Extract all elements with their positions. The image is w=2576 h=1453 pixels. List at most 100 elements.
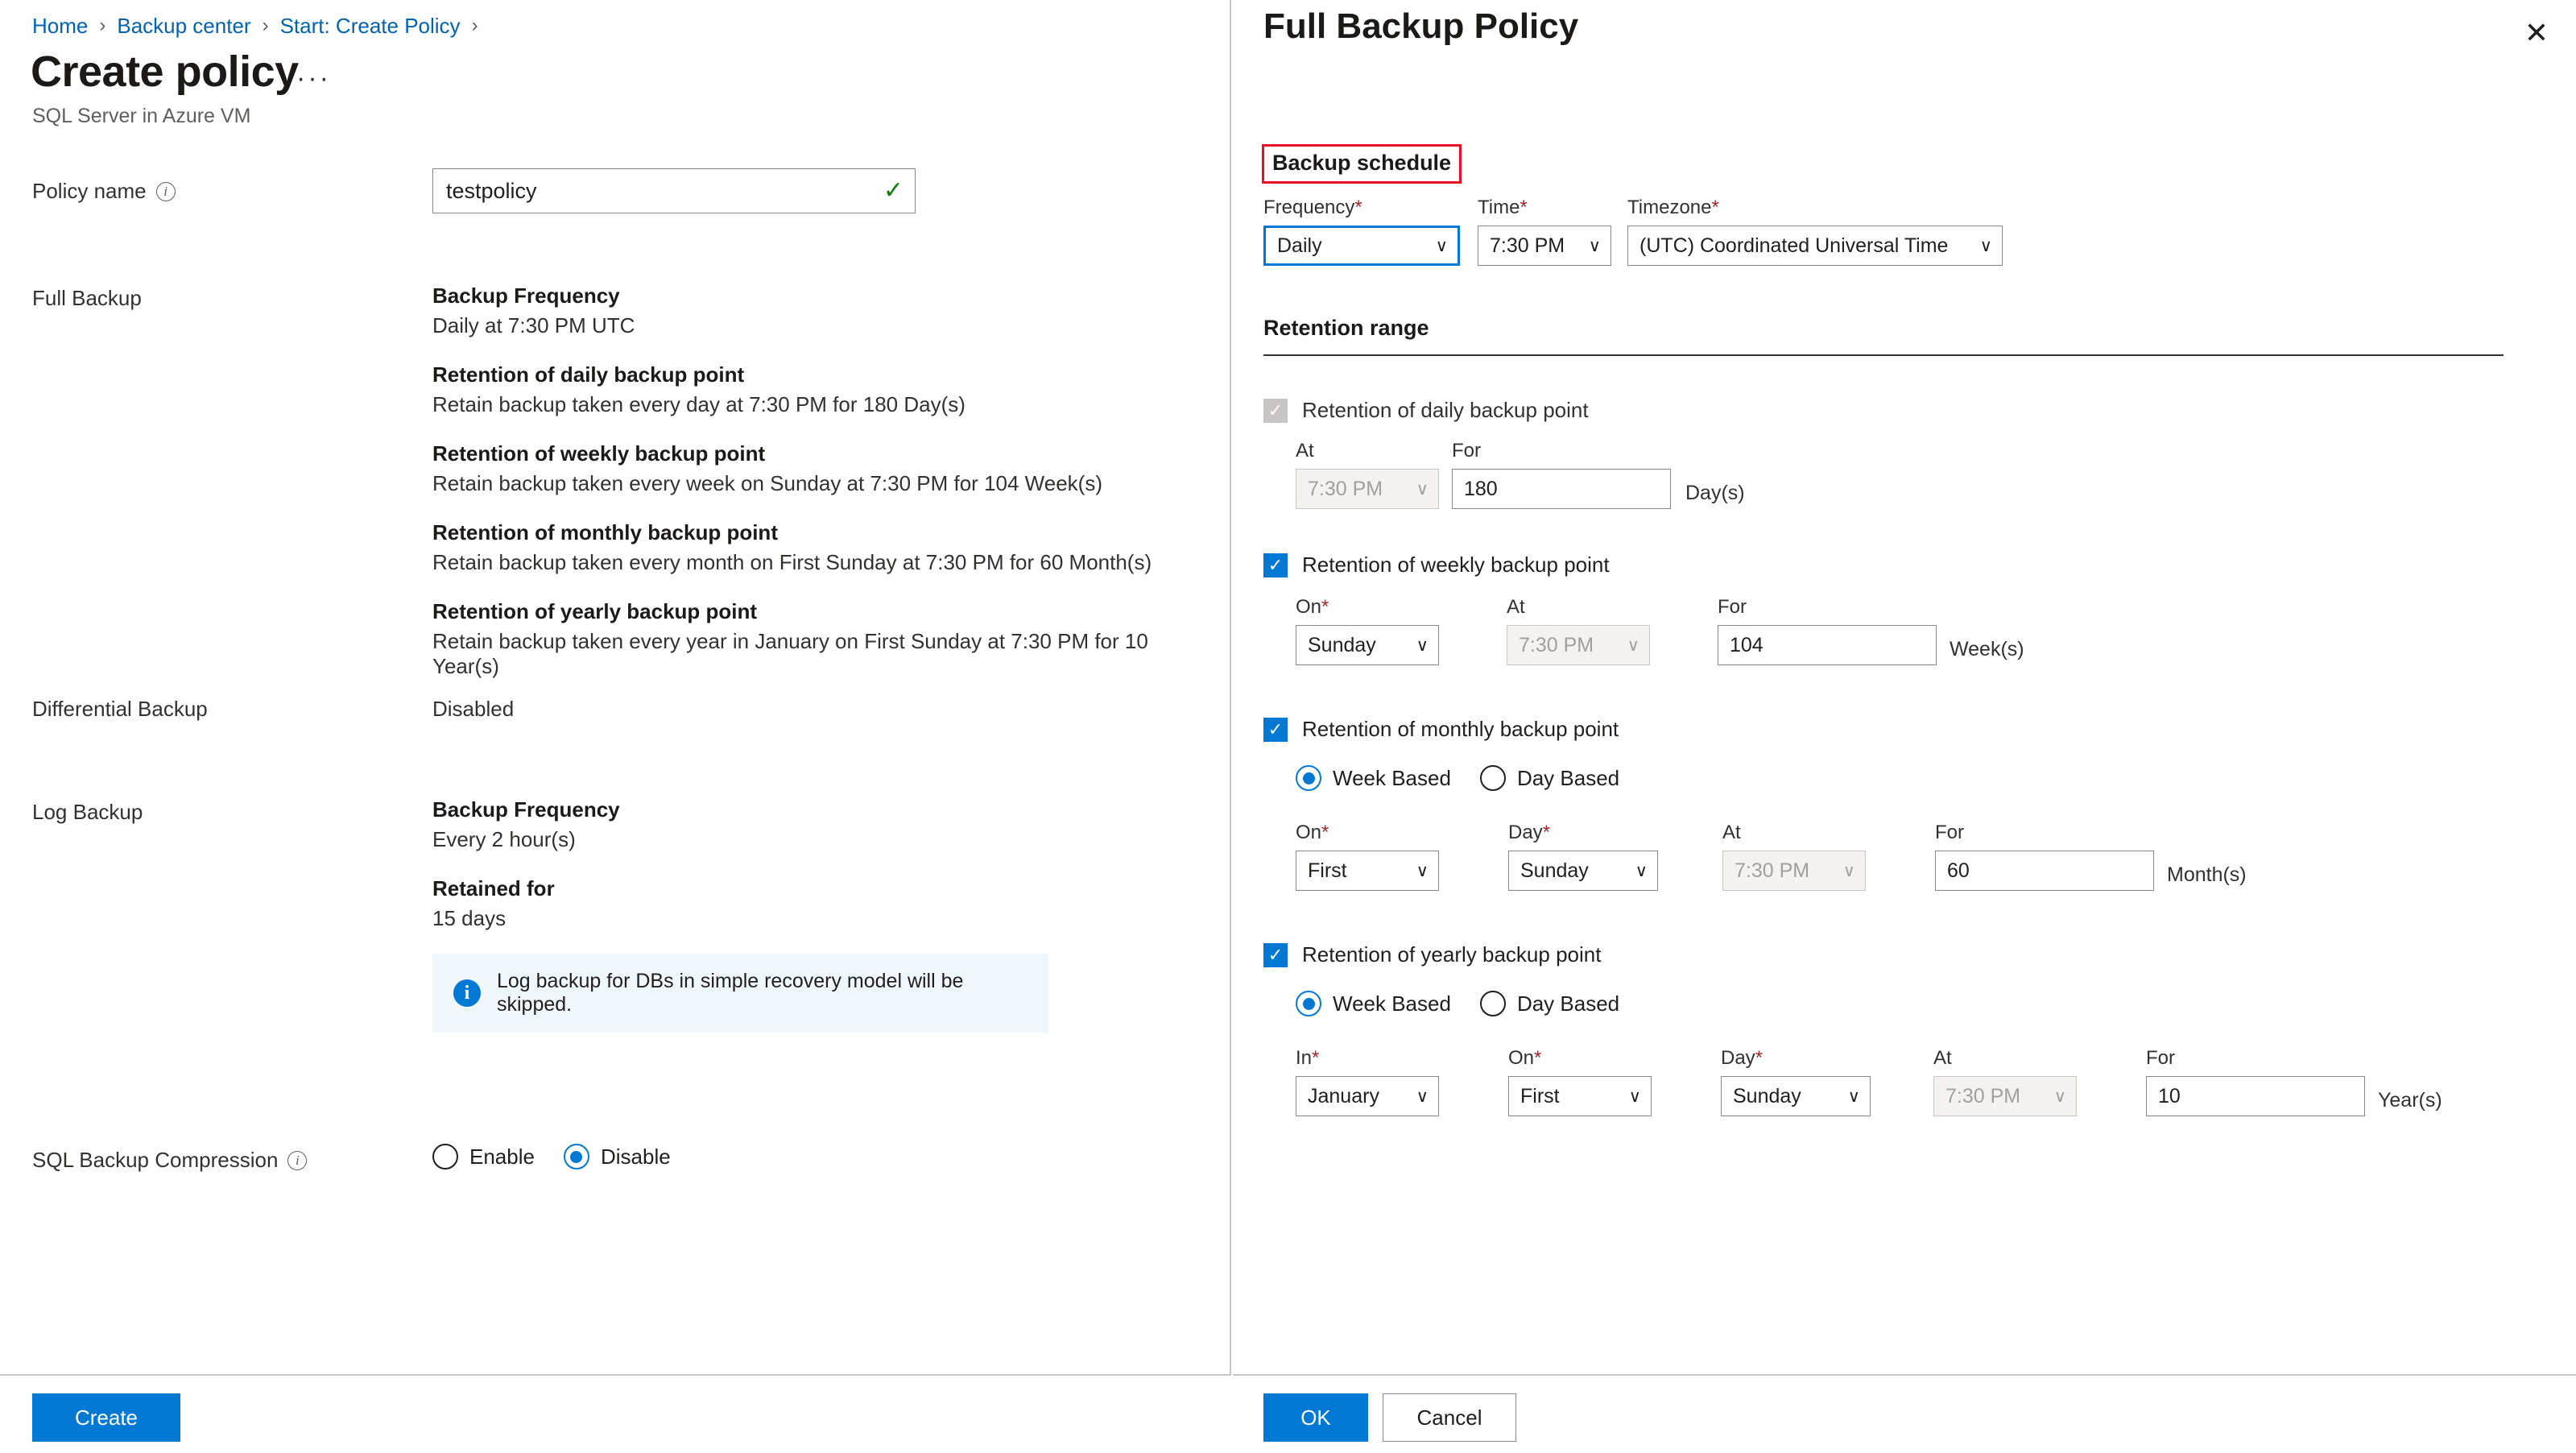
- retention-weekly-checkbox-label: Retention of weekly backup point: [1302, 553, 1610, 577]
- monthly-unit-label: Month(s): [2167, 863, 2247, 886]
- retention-daily-text: Retain backup taken every day at 7:30 PM…: [432, 392, 965, 416]
- log-backup-details: Backup Frequency Every 2 hour(s) Retaine…: [432, 797, 1205, 931]
- chevron-down-icon: ∨: [1627, 635, 1639, 655]
- daily-at-value: 7:30 PM: [1308, 477, 1383, 500]
- breadcrumb-item-start-create-policy[interactable]: Start: Create Policy: [280, 13, 461, 39]
- radio-enable[interactable]: Enable: [432, 1144, 535, 1169]
- monthly-for-value: 60: [1947, 859, 1970, 882]
- policy-name-input-wrapper[interactable]: ✓: [432, 168, 916, 213]
- yearly-day-label: Day*: [1721, 1047, 1871, 1070]
- yearly-on-label: On*: [1508, 1047, 1652, 1070]
- monthly-day-label-text: Day: [1508, 822, 1543, 843]
- yearly-radio-week-based-label: Week Based: [1333, 991, 1451, 1016]
- monthly-radio-week-based-label: Week Based: [1333, 765, 1451, 790]
- policy-name-input[interactable]: [444, 177, 883, 205]
- monthly-on-field: On* First ∨: [1296, 822, 1439, 891]
- frequency-select[interactable]: Daily ∨: [1263, 226, 1460, 266]
- monthly-for-input[interactable]: 60: [1935, 851, 2154, 891]
- log-backup-retained-heading: Retained for: [432, 876, 555, 900]
- chevron-down-icon: ∨: [1416, 635, 1429, 655]
- yearly-for-label: For: [2146, 1047, 2175, 1069]
- valid-check-icon: ✓: [883, 177, 903, 204]
- weekly-for-input[interactable]: 104: [1718, 625, 1937, 665]
- chevron-down-icon: ∨: [2053, 1087, 2066, 1106]
- monthly-at-select: 7:30 PM ∨: [1722, 851, 1866, 891]
- yearly-day-label-text: Day: [1721, 1047, 1755, 1069]
- breadcrumb-separator-icon: ›: [99, 14, 106, 36]
- info-icon[interactable]: i: [155, 181, 176, 201]
- yearly-day-select[interactable]: Sunday ∨: [1721, 1076, 1871, 1116]
- weekly-on-select[interactable]: Sunday ∨: [1296, 625, 1439, 665]
- required-asterisk: *: [1321, 822, 1329, 843]
- full-backup-policy-panel: Full Backup Policy ✕ Backup schedule Fre…: [1233, 0, 2576, 1453]
- yearly-for-input[interactable]: 10: [2146, 1076, 2365, 1116]
- breadcrumb-item-home[interactable]: Home: [32, 13, 88, 39]
- monthly-day-select[interactable]: Sunday ∨: [1508, 851, 1658, 891]
- log-backup-label: Log Backup: [32, 800, 143, 825]
- log-backup-retained-text: 15 days: [432, 906, 507, 930]
- yearly-radio-day-based-label: Day Based: [1516, 991, 1620, 1016]
- weekly-on-label: On*: [1296, 596, 1439, 619]
- yearly-at-value: 7:30 PM: [1945, 1084, 2021, 1107]
- panel-title: Full Backup Policy: [1263, 6, 1579, 46]
- breadcrumb-separator-icon: ›: [471, 14, 478, 36]
- differential-backup-label: Differential Backup: [32, 697, 208, 722]
- yearly-on-select[interactable]: First ∨: [1508, 1076, 1652, 1116]
- checkbox-checked-icon: ✓: [1263, 942, 1288, 967]
- retention-yearly-checkbox-row[interactable]: ✓ Retention of yearly backup point: [1263, 942, 1601, 967]
- more-options-icon[interactable]: ···: [296, 63, 331, 94]
- yearly-radio-week-based[interactable]: Week Based: [1296, 991, 1451, 1016]
- daily-at-field: At 7:30 PM ∨: [1296, 440, 1439, 509]
- policy-name-label: Policy name i: [32, 179, 176, 204]
- retention-yearly-heading: Retention of yearly backup point: [432, 599, 758, 623]
- weekly-unit-label: Week(s): [1950, 638, 2024, 660]
- yearly-for-value: 10: [2158, 1084, 2181, 1107]
- ok-button[interactable]: OK: [1263, 1393, 1368, 1442]
- frequency-label: Frequency*: [1263, 197, 1460, 219]
- time-label-text: Time: [1478, 197, 1520, 218]
- retention-weekly-checkbox-row[interactable]: ✓ Retention of weekly backup point: [1263, 553, 1610, 577]
- yearly-in-field: In* January ∨: [1296, 1047, 1439, 1116]
- retention-range-divider: [1263, 354, 2504, 356]
- yearly-in-select[interactable]: January ∨: [1296, 1076, 1439, 1116]
- yearly-day-value: Sunday: [1733, 1084, 1801, 1107]
- yearly-in-label: In*: [1296, 1047, 1439, 1070]
- chevron-down-icon: ∨: [1847, 1087, 1860, 1106]
- backup-schedule-heading: Backup schedule: [1272, 151, 1452, 175]
- weekly-for-value: 104: [1730, 633, 1764, 656]
- chevron-down-icon: ∨: [1842, 861, 1855, 880]
- sql-backup-compression-label-text: SQL Backup Compression: [32, 1148, 279, 1172]
- daily-for-input[interactable]: 180: [1452, 469, 1671, 509]
- radio-enable-label: Enable: [469, 1144, 535, 1169]
- yearly-day-field: Day* Sunday ∨: [1721, 1047, 1871, 1116]
- monthly-on-label: On*: [1296, 822, 1439, 844]
- time-select[interactable]: 7:30 PM ∨: [1478, 226, 1611, 266]
- retention-monthly-checkbox-row[interactable]: ✓ Retention of monthly backup point: [1263, 717, 1619, 742]
- yearly-on-field: On* First ∨: [1508, 1047, 1652, 1116]
- monthly-radio-day-based[interactable]: Day Based: [1479, 765, 1619, 791]
- chevron-down-icon: ∨: [1588, 236, 1601, 255]
- monthly-on-select[interactable]: First ∨: [1296, 851, 1439, 891]
- chevron-down-icon: ∨: [1979, 236, 1992, 255]
- radio-disable[interactable]: Disable: [563, 1144, 671, 1169]
- breadcrumb-item-backup-center[interactable]: Backup center: [117, 13, 250, 39]
- yearly-radio-day-based[interactable]: Day Based: [1479, 991, 1620, 1016]
- cancel-button[interactable]: Cancel: [1383, 1393, 1516, 1442]
- daily-for-field: For 180: [1452, 440, 1671, 509]
- timezone-label: Timezone*: [1627, 197, 2003, 219]
- retention-daily-checkbox-row[interactable]: ✓ Retention of daily backup point: [1263, 398, 1589, 423]
- yearly-on-value: First: [1520, 1084, 1560, 1107]
- monthly-radio-week-based[interactable]: Week Based: [1296, 765, 1451, 791]
- timezone-select[interactable]: (UTC) Coordinated Universal Time ∨: [1627, 226, 2003, 266]
- required-asterisk: *: [1755, 1047, 1764, 1069]
- yearly-in-label-text: In: [1296, 1047, 1313, 1069]
- required-asterisk: *: [1312, 1047, 1320, 1069]
- full-backup-label: Full Backup: [32, 286, 142, 311]
- full-backup-frequency-text: Daily at 7:30 PM UTC: [432, 313, 635, 337]
- yearly-unit-label: Year(s): [2378, 1089, 2442, 1111]
- create-button[interactable]: Create: [32, 1393, 180, 1442]
- close-icon[interactable]: ✕: [2518, 14, 2555, 52]
- yearly-at-select: 7:30 PM ∨: [1933, 1076, 2077, 1116]
- yearly-for-field: For 10: [2146, 1047, 2365, 1116]
- info-icon[interactable]: i: [287, 1150, 308, 1170]
